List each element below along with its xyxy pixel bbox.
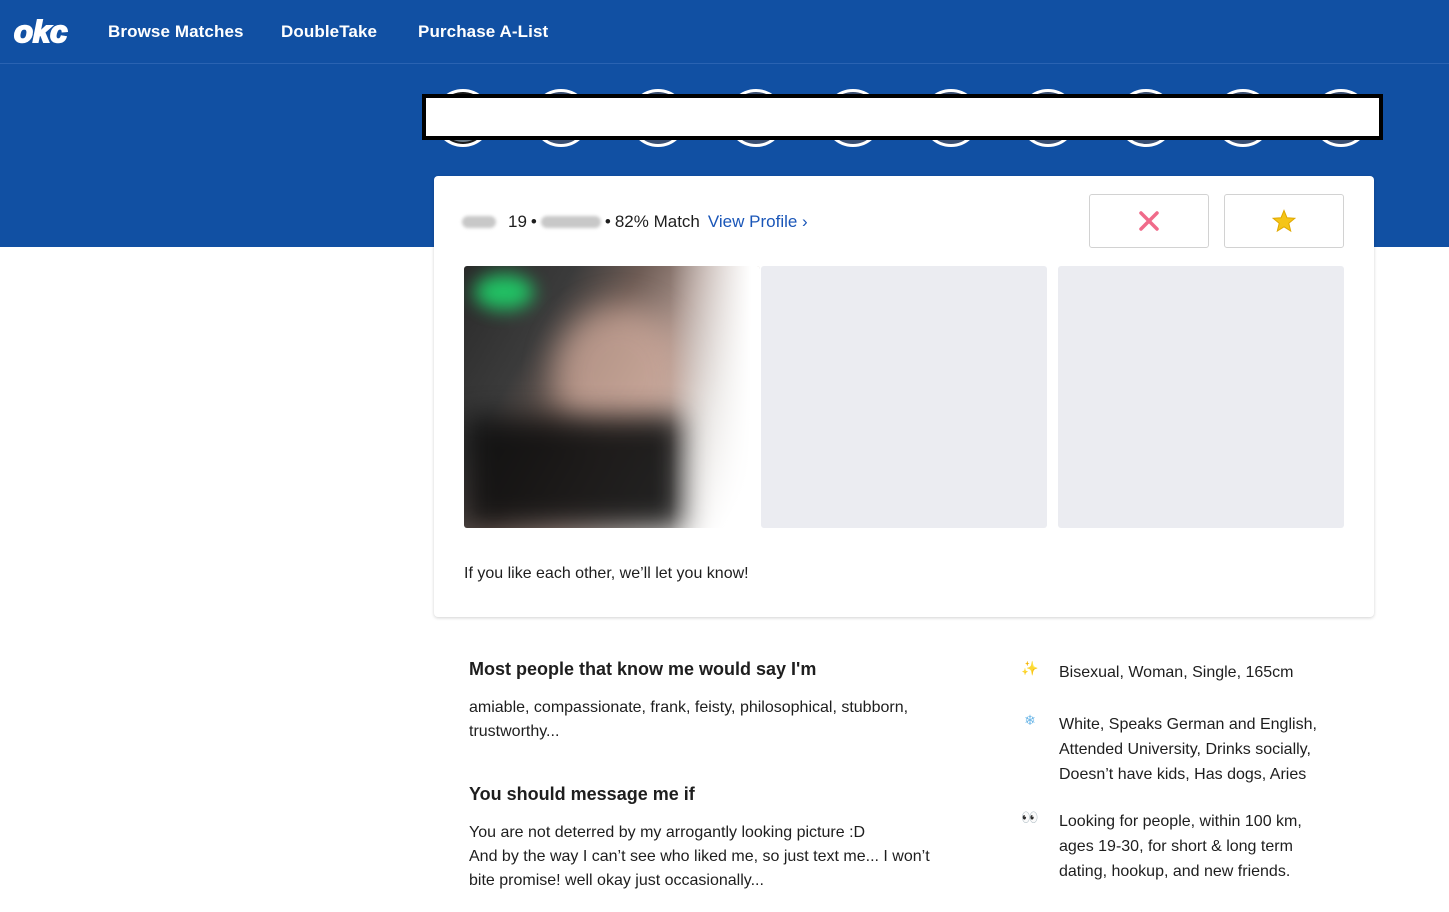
like-button[interactable]	[1224, 194, 1344, 248]
mutual-like-note: If you like each other, we’ll let you kn…	[464, 565, 749, 582]
redacted-name	[462, 216, 496, 228]
separator: •	[530, 212, 537, 231]
essay-title: Most people that know me would say I'm	[469, 659, 817, 679]
eyes-icon: 👀	[1021, 809, 1039, 825]
photo-placeholder	[761, 266, 1047, 528]
profile-photo[interactable]	[464, 266, 760, 528]
sparkles-icon: ✨	[1021, 660, 1039, 676]
nav-doubletake[interactable]: DoubleTake	[281, 22, 377, 42]
separator: •	[604, 212, 611, 231]
view-profile-link[interactable]: View Profile ›	[708, 212, 808, 232]
essay-title: You should message me if	[469, 784, 695, 804]
essay-section: You should message me if You are not det…	[469, 784, 989, 893]
essay-section: Most people that know me would say I'm a…	[469, 659, 989, 744]
nav-purchase-a-list[interactable]: Purchase A-List	[418, 22, 548, 42]
essay-text: amiable, compassionate, frank, feisty, p…	[469, 699, 909, 740]
x-icon	[1139, 211, 1159, 231]
pass-button[interactable]	[1089, 194, 1209, 248]
svg-text:okc: okc	[14, 14, 67, 49]
redaction-box	[422, 94, 1383, 140]
star-icon	[1272, 209, 1296, 233]
profile-card: 19 • • 82% Match View Profile › If you l…	[434, 176, 1374, 617]
nav-browse-matches[interactable]: Browse Matches	[108, 22, 244, 42]
profile-meta-line: 19 • • 82% Match View Profile ›	[462, 212, 808, 232]
essay-text: You are not deterred by my arrogantly lo…	[469, 824, 930, 889]
snowflake-icon: ❄	[1024, 712, 1036, 728]
age: 19	[508, 212, 527, 231]
photo-placeholder	[1058, 266, 1344, 528]
top-nav-bar: okc Browse Matches DoubleTake Purchase A…	[0, 0, 1449, 64]
okc-logo[interactable]: okc	[12, 12, 74, 50]
redacted-location	[540, 216, 601, 228]
match-percentage: 82% Match	[614, 212, 700, 231]
